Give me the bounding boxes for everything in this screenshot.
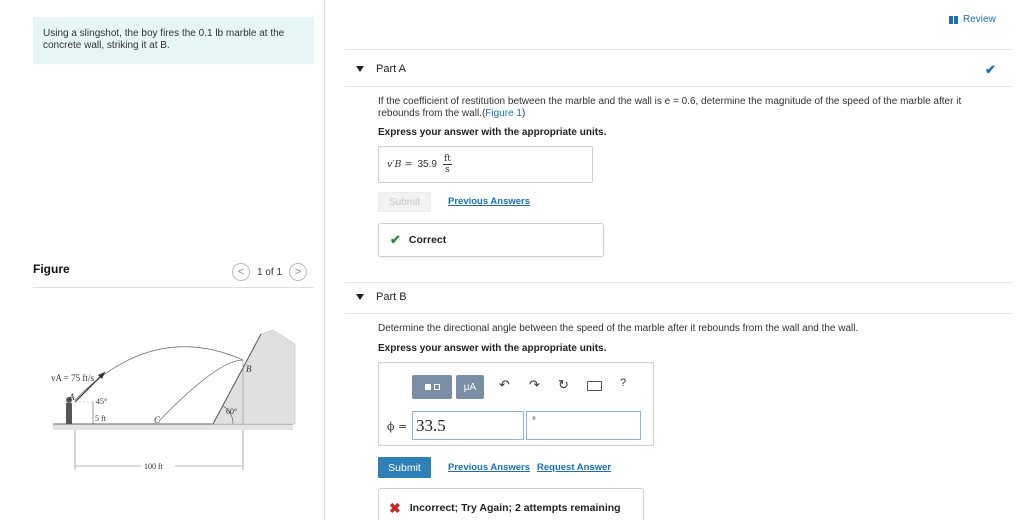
divider-part-b-top xyxy=(345,282,1013,283)
template-square-icon xyxy=(424,384,431,390)
part-b-submit-button[interactable]: Submit xyxy=(378,457,431,478)
part-a-question-pre: rebounds from the wall.( xyxy=(378,108,486,119)
part-b-unit-input[interactable]: ° xyxy=(526,411,641,440)
part-a-question-line1: If the coefficient of restitution betwee… xyxy=(378,96,962,107)
part-a-answer-unit: ft s xyxy=(442,154,452,175)
point-a-label: A xyxy=(68,392,75,402)
part-a-answer-box: v′B = 35.9 ft s xyxy=(378,146,593,183)
undo-icon[interactable]: ↶ xyxy=(499,377,510,393)
part-b-question: Determine the directional angle between … xyxy=(378,323,859,334)
part-a-question-post: ) xyxy=(521,108,526,119)
part-a-previous-answers-link[interactable]: Previous Answers xyxy=(448,196,530,207)
problem-text-line1: Using a slingshot, the boy fires the 0.1… xyxy=(43,28,285,39)
part-a-question: If the coefficient of restitution betwee… xyxy=(378,96,988,120)
collapse-caret-icon xyxy=(356,66,364,72)
figure-counter: 1 of 1 xyxy=(257,266,283,278)
part-b-instruction: Express your answer with the appropriate… xyxy=(378,343,607,354)
keyboard-icon[interactable] xyxy=(587,381,602,391)
wall-angle-label: 60° xyxy=(226,407,237,416)
part-a-answer-value: 35.9 xyxy=(417,159,437,170)
trajectory xyxy=(74,346,244,401)
figure-divider xyxy=(33,287,314,288)
part-b-answer-box: μA ↶ ↷ ↻ ? ϕ = 33.5 ° xyxy=(378,362,654,446)
divider-part-a xyxy=(345,86,1013,87)
left-panel: Using a slingshot, the boy fires the 0.1… xyxy=(0,0,325,520)
boy-figure xyxy=(66,403,72,424)
review-link[interactable]: Review xyxy=(949,14,996,25)
problem-text-line2: concrete wall, striking it at B. xyxy=(43,40,170,51)
figure-link[interactable]: Figure 1 xyxy=(485,108,522,119)
distance-label: 100 ft xyxy=(144,462,164,471)
part-a-check-icon: ✔ xyxy=(985,62,996,77)
part-b-answer-input[interactable]: 33.5 xyxy=(412,411,524,440)
check-icon: ✔ xyxy=(390,232,401,247)
part-a-instruction: Express your answer with the appropriate… xyxy=(378,127,607,138)
divider-part-b xyxy=(345,313,1013,314)
problem-statement: Using a slingshot, the boy fires the 0.1… xyxy=(33,17,314,64)
divider-top xyxy=(345,49,1013,50)
redo-icon[interactable]: ↷ xyxy=(529,377,540,393)
part-a-header[interactable]: Part A xyxy=(356,63,406,75)
collapse-caret-icon xyxy=(356,294,364,300)
velocity-label: vA = 75 ft/s xyxy=(51,373,94,383)
units-button[interactable]: μA xyxy=(456,375,484,399)
template-square-icon xyxy=(433,384,440,390)
unit-numerator: ft xyxy=(442,154,452,165)
point-c-label: C xyxy=(154,415,161,425)
point-b-label: B xyxy=(246,364,252,374)
part-a-feedback: ✔ Correct xyxy=(378,223,604,257)
figure-prev-button[interactable]: < xyxy=(232,263,250,281)
height-label: 5 ft xyxy=(95,414,107,423)
part-b-header[interactable]: Part B xyxy=(356,291,407,303)
part-b-title: Part B xyxy=(376,291,407,303)
part-b-feedback: ✖ Incorrect; Try Again; 2 attempts remai… xyxy=(378,488,644,520)
part-a-title: Part A xyxy=(376,63,406,75)
part-a-submit-button[interactable]: Submit xyxy=(378,192,431,212)
help-icon[interactable]: ? xyxy=(620,377,626,389)
request-answer-link[interactable]: Request Answer xyxy=(537,462,611,473)
figure-nav: < 1 of 1 > xyxy=(232,263,308,281)
part-b-feedback-text: Incorrect; Try Again; 2 attempts remaini… xyxy=(409,502,621,514)
reset-icon[interactable]: ↻ xyxy=(558,377,569,393)
part-b-previous-answers-link[interactable]: Previous Answers xyxy=(448,462,530,473)
review-label: Review xyxy=(963,14,996,25)
x-icon: ✖ xyxy=(389,499,401,516)
review-icon xyxy=(949,15,958,24)
template-button[interactable] xyxy=(412,375,452,399)
part-b-answer-label: ϕ = xyxy=(387,420,408,433)
part-a-feedback-text: Correct xyxy=(408,234,447,246)
part-a-question-line2: rebounds from the wall.(Figure 1) xyxy=(378,108,988,120)
unit-denominator: s xyxy=(445,165,450,175)
figure-title: Figure xyxy=(33,262,70,276)
ground xyxy=(53,424,293,430)
figure-next-button[interactable]: > xyxy=(289,263,308,281)
launch-angle-label: 45° xyxy=(96,397,107,406)
part-a-answer-label: v′B = xyxy=(387,159,413,170)
figure-diagram: vA = 75 ft/s A 45° 5 ft C B 60° 100 ft xyxy=(51,329,296,471)
